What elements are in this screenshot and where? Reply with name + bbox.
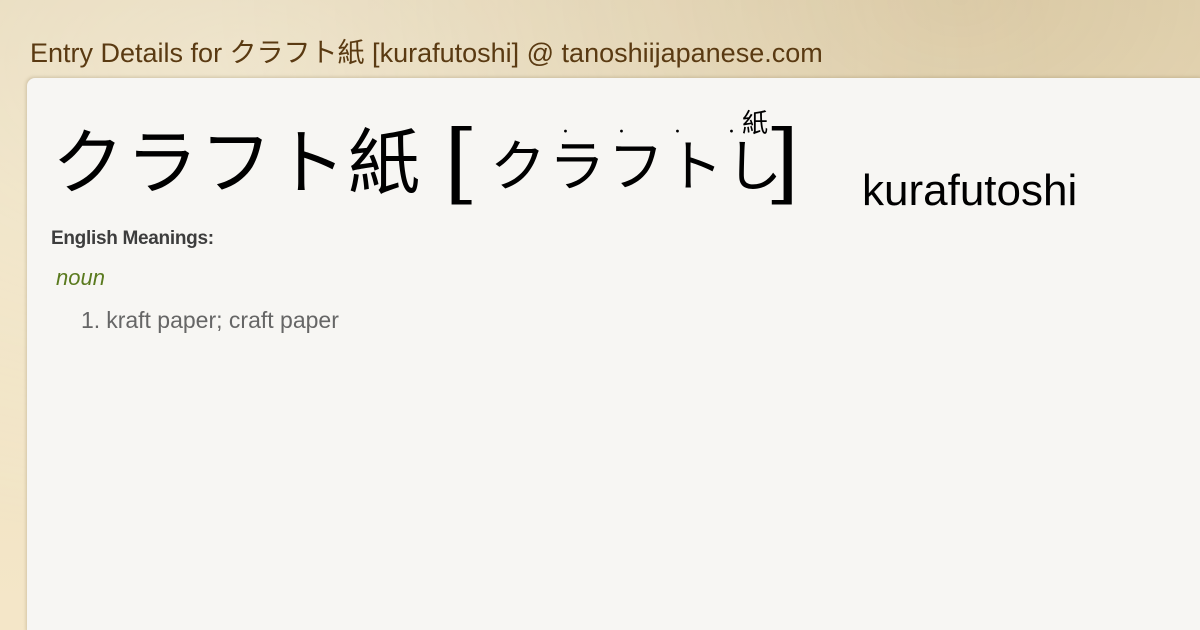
page-title: Entry Details for クラフト紙 [kurafutoshi] @ …	[30, 38, 823, 68]
bracket-close: ]	[765, 111, 800, 214]
sense-number: 1.	[81, 307, 101, 333]
sense-text: kraft paper; craft paper	[106, 307, 339, 333]
bracket-open: [	[444, 111, 479, 214]
part-of-speech: noun	[56, 265, 105, 290]
meanings-heading: English Meanings:	[51, 228, 214, 249]
sense-list: 1. kraft paper; craft paper	[81, 307, 339, 334]
headword: クラフト紙	[52, 121, 423, 205]
sense-item: 1. kraft paper; craft paper	[81, 307, 339, 334]
entry-panel: クラフト紙 [ · · · · 紙 クラフトし ] kurafutoshi En…	[27, 78, 1200, 630]
romaji: kurafutoshi	[862, 166, 1078, 215]
reading-kana: クラフトし	[490, 135, 785, 200]
